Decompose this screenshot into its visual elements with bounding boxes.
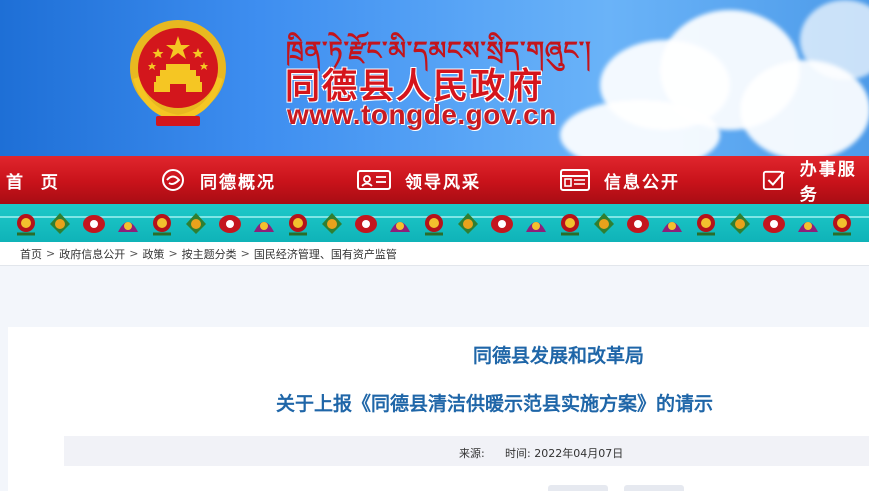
nav-item-services[interactable]: 办事服务 [762, 156, 869, 205]
breadcrumb: 首页 > 政府信息公开 > 政策 > 按主题分类 > 国民经济管理、国有资产监管 [0, 242, 869, 266]
decorative-ornament-band [0, 204, 869, 242]
article-source-label: 来源: [459, 447, 485, 460]
article-title-line1: 同德县发展和改革局 [472, 345, 644, 367]
breadcrumb-item-by-topic[interactable]: 按主题分类 [182, 246, 237, 262]
article-time: 时间: 2022年04月07日 [505, 445, 623, 461]
breadcrumb-separator: > [240, 247, 250, 260]
checkbox-icon [762, 170, 785, 191]
breadcrumb-item-policy[interactable]: 政策 [142, 246, 164, 262]
breadcrumb-item-home[interactable]: 首页 [20, 246, 42, 262]
site-url[interactable]: www.tongde.gov.cn [287, 99, 557, 131]
breadcrumb-separator: > [168, 247, 178, 260]
nav-item-label: 领导风采 [405, 172, 481, 193]
overview-icon [162, 169, 184, 191]
article-meta-bar: 来源: 时间: 2022年04月07日 [64, 436, 869, 466]
partial-tab [624, 485, 684, 491]
info-board-icon [560, 169, 590, 191]
nav-item-leaders[interactable]: 领导风采 [357, 156, 481, 204]
main-nav: 首 页 同德概况 领导风采 信息公开 办事服务 [0, 156, 869, 205]
nav-item-label: 办事服务 [799, 160, 857, 205]
nav-item-label: 信息公开 [604, 172, 680, 193]
breadcrumb-item-category[interactable]: 国民经济管理、国有资产监管 [254, 246, 397, 262]
breadcrumb-item-gov-info[interactable]: 政府信息公开 [59, 246, 125, 262]
nav-item-label: 首 页 [6, 172, 60, 193]
nav-item-overview[interactable]: 同德概况 [160, 156, 276, 204]
article-panel: 同德县发展和改革局 关于上报《同德县清洁供暖示范县实施方案》的请示 来源: 时间… [8, 327, 869, 491]
nav-item-label: 同德概况 [200, 172, 276, 193]
article-time-label: 时间: [505, 447, 531, 460]
article-time-value: 2022年04月07日 [534, 447, 624, 460]
article-title-line2: 关于上报《同德县清洁供暖示范县实施方案》的请示 [276, 393, 714, 415]
breadcrumb-separator: > [46, 247, 56, 260]
partial-tab [548, 485, 608, 491]
ornament-row-icon [17, 213, 851, 236]
site-header: ཁྲིན་ཏེ་རྫོང་མི་དམངས་སྲིད་གཞུང་། 同德县人民政府… [0, 0, 869, 156]
nav-item-home[interactable]: 首 页 [6, 156, 60, 204]
breadcrumb-separator: > [129, 247, 139, 260]
id-card-icon [357, 170, 391, 190]
national-emblem-icon [130, 20, 226, 126]
nav-item-info-disclosure[interactable]: 信息公开 [560, 156, 680, 204]
